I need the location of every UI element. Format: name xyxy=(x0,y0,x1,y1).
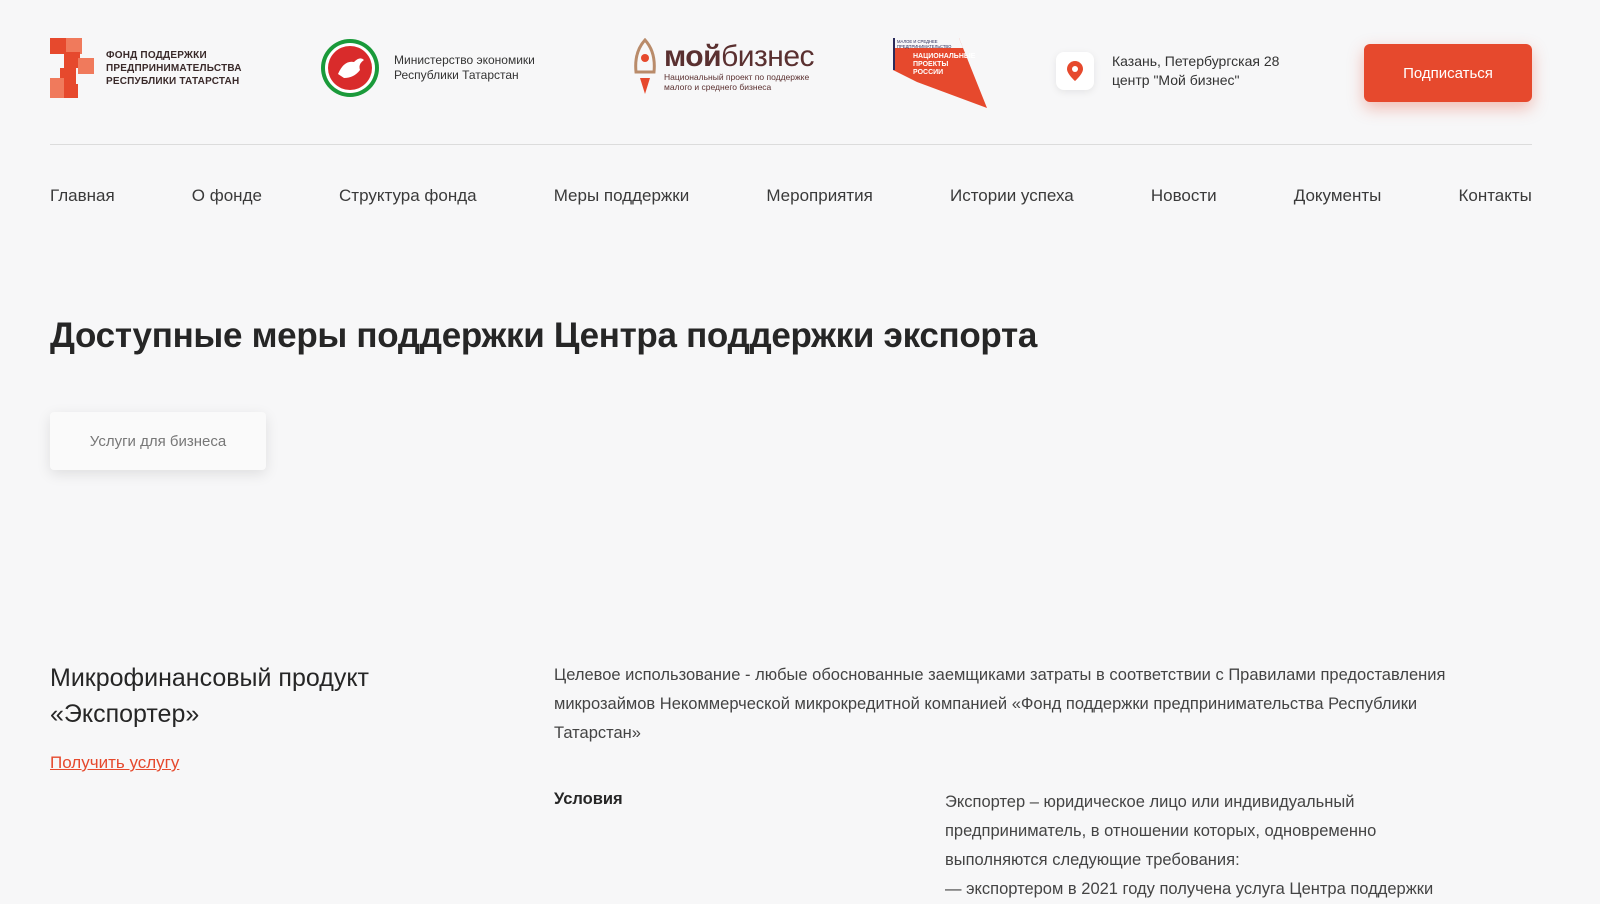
fund-logo-text: ФОНД ПОДДЕРЖКИ ПРЕДПРИНИМАТЕЛЬСТВА РЕСПУ… xyxy=(106,49,242,88)
location-line: Казань, Петербургская 28 xyxy=(1112,53,1280,69)
ministry-logo-text: Министерство экономики Республики Татарс… xyxy=(394,53,535,83)
product-title: Микрофинансовый продукт «Экспортер» xyxy=(50,664,369,728)
nav-item-news[interactable]: Новости xyxy=(1151,186,1217,206)
location-block[interactable]: Казань, Петербургская 28 центр "Мой бизн… xyxy=(1056,52,1279,90)
ministry-line: Министерство экономики xyxy=(394,53,535,67)
site-header: ФОНД ПОДДЕРЖКИ ПРЕДПРИНИМАТЕЛЬСТВА РЕСПУ… xyxy=(50,0,1532,145)
tatarstan-emblem-icon xyxy=(321,39,379,97)
location-text: Казань, Петербургская 28 центр "Мой бизн… xyxy=(1112,52,1279,90)
moy-biznes-sub-line: малого и среднего бизнеса xyxy=(664,82,772,92)
subscribe-button[interactable]: Подписаться xyxy=(1364,44,1532,102)
fund-logo-icon xyxy=(50,38,94,98)
conditions-text: Экспортер – юридическое лицо или индивид… xyxy=(945,788,1505,904)
nav-item-documents[interactable]: Документы xyxy=(1294,186,1382,206)
fund-logo-line: РЕСПУБЛИКИ ТАТАРСТАН xyxy=(106,75,240,87)
product-description: Целевое использование - любые обоснованн… xyxy=(554,666,1446,742)
main-nav: Главная О фонде Структура фонда Меры под… xyxy=(50,186,1532,206)
nav-item-contacts[interactable]: Контакты xyxy=(1458,186,1531,206)
nav-item-home[interactable]: Главная xyxy=(50,186,115,206)
brand-bold: мой xyxy=(664,40,722,73)
brand-rest: бизнес xyxy=(721,40,815,73)
ministry-line: Республики Татарстан xyxy=(394,68,519,82)
rocket-icon xyxy=(634,38,656,94)
np-line: НАЦИОНАЛЬНЫЕ xyxy=(913,53,976,60)
get-service-link[interactable]: Получить услугу xyxy=(50,753,179,773)
moy-biznes-logo[interactable]: мойбизнес Национальный проект по поддерж… xyxy=(630,38,815,96)
conditions-line: Экспортер – юридическое лицо или индивид… xyxy=(945,793,1355,811)
national-projects-logo[interactable]: МАЛОЕ И СРЕДНЕЕ ПРЕДПРИНИМАТЕЛЬСТВО НАЦИ… xyxy=(893,38,987,108)
moy-biznes-text: мойбизнес Национальный проект по поддерж… xyxy=(664,40,815,93)
page: ФОНД ПОДДЕРЖКИ ПРЕДПРИНИМАТЕЛЬСТВА РЕСПУ… xyxy=(50,0,1532,898)
ministry-logo[interactable]: Министерство экономики Республики Татарс… xyxy=(320,38,535,98)
np-line: ПРОЕКТЫ xyxy=(913,61,948,68)
location-line: центр "Мой бизнес" xyxy=(1112,72,1240,88)
nav-item-success-stories[interactable]: Истории успеха xyxy=(950,186,1074,206)
np-line: ПРЕДПРИНИМАТЕЛЬСТВО xyxy=(897,44,952,49)
conditions-line: предприниматель, в отношении которых, од… xyxy=(945,822,1377,840)
tab-business-services[interactable]: Услуги для бизнеса xyxy=(50,412,266,470)
nav-item-events[interactable]: Мероприятия xyxy=(766,186,873,206)
nav-item-structure[interactable]: Структура фонда xyxy=(339,186,477,206)
nav-item-support[interactable]: Меры поддержки xyxy=(554,186,690,206)
moy-biznes-sub-line: Национальный проект по поддержке xyxy=(664,72,810,82)
conditions-label: Условия xyxy=(554,790,623,808)
page-title: Доступные меры поддержки Центра поддержк… xyxy=(50,316,1038,355)
conditions-line: выполняются следующие требования: xyxy=(945,851,1240,869)
fund-logo-line: ФОНД ПОДДЕРЖКИ xyxy=(106,49,207,61)
fund-logo-line: ПРЕДПРИНИМАТЕЛЬСТВА xyxy=(106,62,242,74)
nav-item-about[interactable]: О фонде xyxy=(192,186,262,206)
moy-biznes-brand: мойбизнес xyxy=(664,40,815,73)
np-line: РОССИИ xyxy=(913,69,943,76)
fund-logo[interactable]: ФОНД ПОДДЕРЖКИ ПРЕДПРИНИМАТЕЛЬСТВА РЕСПУ… xyxy=(50,38,242,98)
map-pin-icon xyxy=(1056,52,1094,90)
